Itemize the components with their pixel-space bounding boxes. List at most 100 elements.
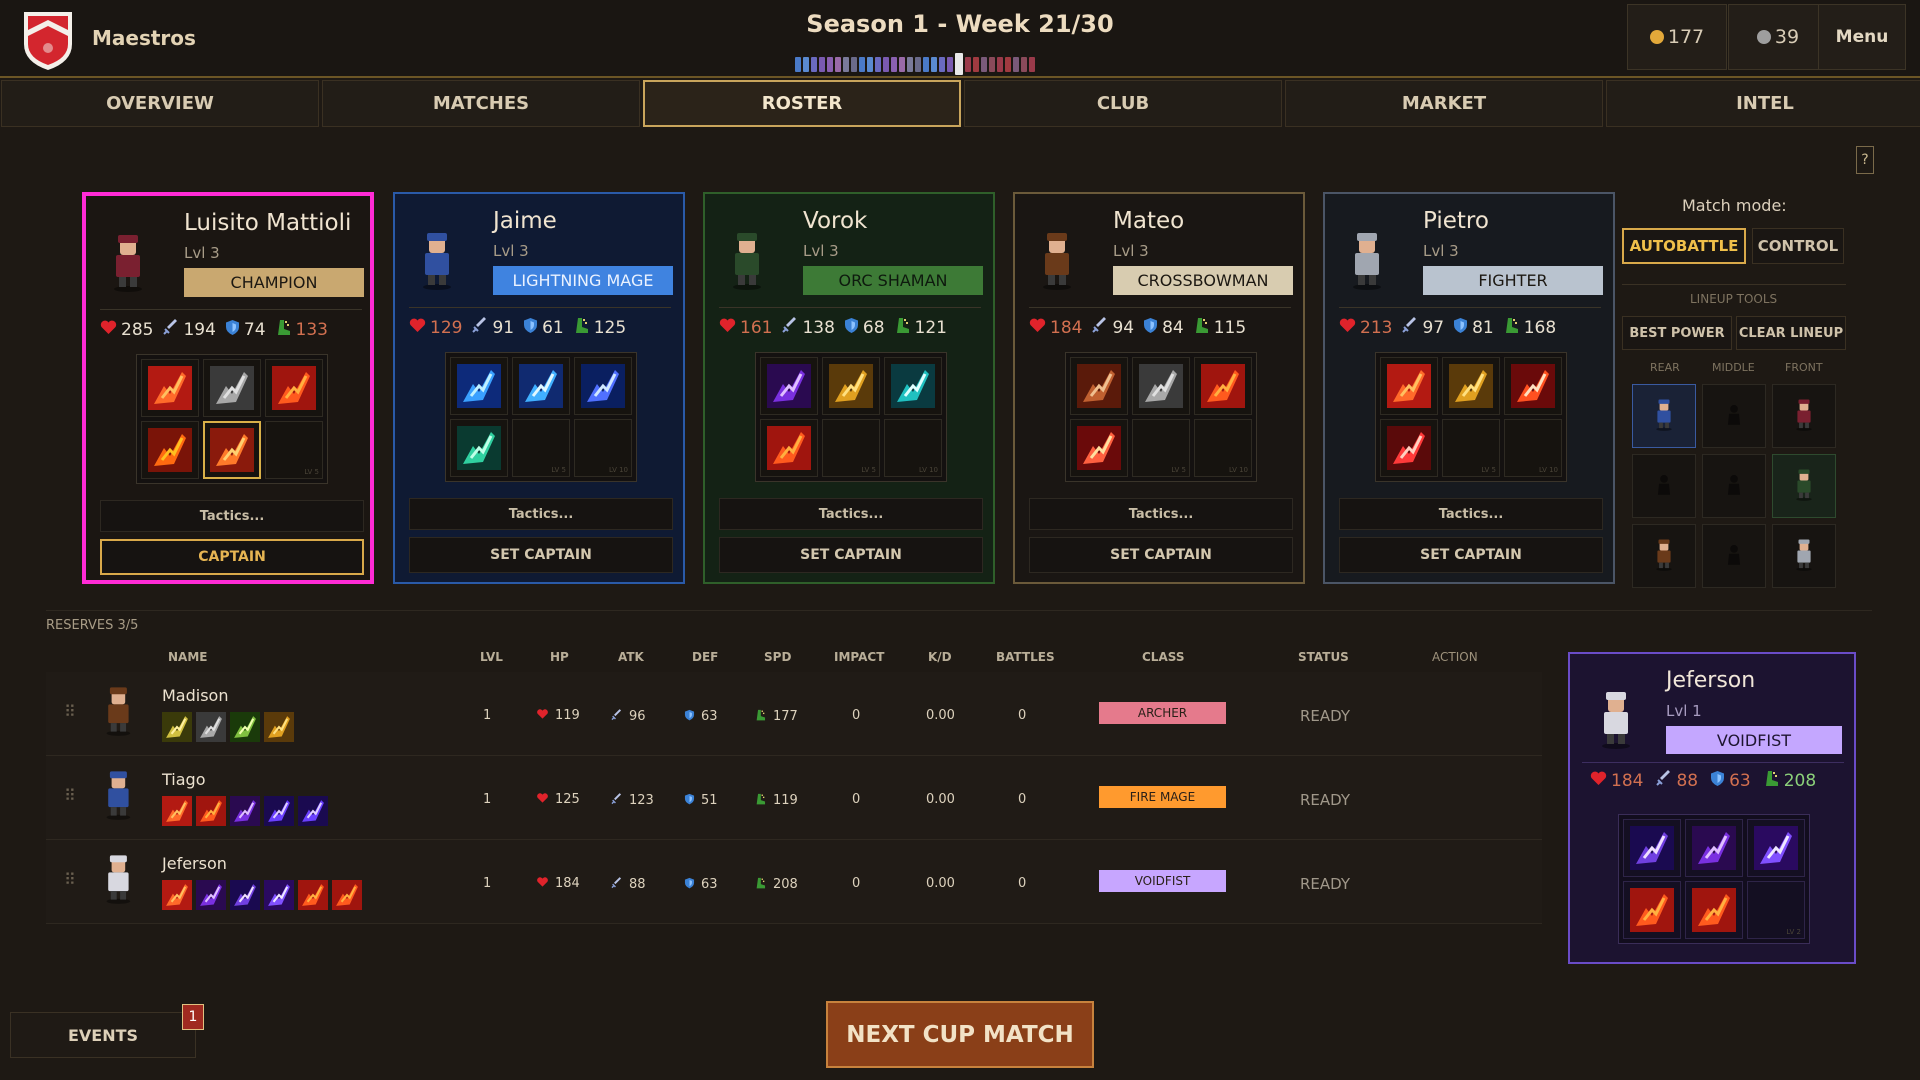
storm-wave-icon[interactable] — [512, 357, 570, 415]
palm-strike-icon[interactable] — [1623, 819, 1681, 877]
flame-sword-icon[interactable] — [141, 359, 199, 417]
tactics-button[interactable]: Tactics... — [409, 498, 673, 530]
locked-slot-icon[interactable]: LV 2 — [1747, 881, 1805, 939]
arcane-figure-icon[interactable] — [264, 796, 294, 826]
locked-slot-icon[interactable]: LV 10 — [1194, 419, 1252, 477]
fire-grab-icon[interactable] — [298, 880, 328, 910]
locked-slot-icon[interactable]: LV 10 — [884, 419, 942, 477]
fire-fist-icon[interactable] — [1685, 881, 1743, 939]
column-header-spd[interactable]: SPD — [764, 650, 791, 664]
hero-card-jaime[interactable]: Jaime Lvl 3 LIGHTNING MAGE 129 91 61 125 L… — [393, 192, 685, 584]
reserve-row[interactable]: ⠿ Jeferson 1 184 88 63 208 0 0.00 0 VOIDFIST READY — [46, 840, 1542, 924]
formation-slot[interactable] — [1772, 524, 1836, 588]
locked-slot-icon[interactable]: LV 5 — [822, 419, 880, 477]
column-header-name[interactable]: NAME — [168, 650, 207, 664]
tab-matches[interactable]: MATCHES — [322, 80, 640, 127]
hero-card-vorok[interactable]: Vorok Lvl 3 ORC SHAMAN 161 138 68 121 LV 5… — [703, 192, 995, 584]
locked-slot-icon[interactable]: LV 10 — [574, 419, 632, 477]
drag-handle-icon[interactable]: ⠿ — [64, 870, 76, 889]
clear-lineup-button[interactable]: CLEAR LINEUP — [1736, 316, 1846, 350]
locked-slot-icon[interactable]: LV 5 — [512, 419, 570, 477]
tab-roster[interactable]: ROSTER — [643, 80, 961, 127]
fireball-icon[interactable] — [1194, 357, 1252, 415]
formation-slot[interactable] — [1702, 524, 1766, 588]
formation-slot[interactable] — [1632, 384, 1696, 448]
menu-button[interactable]: Menu — [1818, 4, 1906, 70]
void-claw-icon[interactable] — [1685, 819, 1743, 877]
column-header-hp[interactable]: HP — [550, 650, 569, 664]
arcane-skull-icon[interactable] — [298, 796, 328, 826]
next-cup-match-button[interactable]: NEXT CUP MATCH — [826, 1001, 1094, 1068]
tab-club[interactable]: CLUB — [964, 80, 1282, 127]
formation-slot[interactable] — [1702, 454, 1766, 518]
fire-burst-icon[interactable] — [332, 880, 362, 910]
void-claw-icon[interactable] — [196, 880, 226, 910]
fire-burst-icon[interactable] — [265, 359, 323, 417]
formation-slot[interactable] — [1702, 384, 1766, 448]
formation-slot[interactable] — [1772, 384, 1836, 448]
column-header-status[interactable]: STATUS — [1298, 650, 1349, 664]
hero-card-pietro[interactable]: Pietro Lvl 3 FIGHTER 213 97 81 168 LV 5 LV … — [1323, 192, 1615, 584]
vine-arrow-icon[interactable] — [230, 712, 260, 742]
tactics-button[interactable]: Tactics... — [1339, 498, 1603, 530]
lightning-bolt-icon[interactable] — [450, 357, 508, 415]
fire-dash-icon[interactable] — [760, 419, 818, 477]
stone-fist-icon[interactable] — [196, 712, 226, 742]
column-header-battles[interactable]: BATTLES — [996, 650, 1055, 664]
formation-slot[interactable] — [1632, 524, 1696, 588]
drag-handle-icon[interactable]: ⠿ — [64, 702, 76, 721]
stone-fist-icon[interactable] — [203, 359, 261, 417]
club-crest-icon[interactable] — [20, 8, 76, 72]
events-button[interactable]: EVENTS — [10, 1012, 196, 1058]
crescent-flame-icon[interactable] — [141, 421, 199, 479]
reserve-row[interactable]: ⠿ Madison 1 119 96 63 177 0 0.00 0 ARCHER READY — [46, 672, 1542, 756]
column-header-action[interactable]: ACTION — [1432, 650, 1478, 664]
help-button[interactable]: ? — [1856, 146, 1874, 174]
locked-slot-icon[interactable]: LV 5 — [1132, 419, 1190, 477]
set-captain-button[interactable]: SET CAPTAIN — [409, 537, 673, 573]
control-button[interactable]: CONTROL — [1752, 228, 1844, 264]
palm-strike-icon[interactable] — [230, 880, 260, 910]
crossbow-shot-icon[interactable] — [1070, 357, 1128, 415]
golden-fist-icon[interactable] — [822, 357, 880, 415]
tab-market[interactable]: MARKET — [1285, 80, 1603, 127]
locked-slot-icon[interactable]: LV 10 — [1504, 419, 1562, 477]
set-captain-button[interactable]: SET CAPTAIN — [1339, 537, 1603, 573]
set-captain-button[interactable]: SET CAPTAIN — [1029, 537, 1293, 573]
tab-intel[interactable]: INTEL — [1606, 80, 1920, 127]
stone-fist-icon[interactable] — [1132, 357, 1190, 415]
golden-arrow-icon[interactable] — [264, 712, 294, 742]
flying-kick-icon[interactable] — [1504, 357, 1562, 415]
chain-lightning-icon[interactable] — [574, 357, 632, 415]
fire-grab-icon[interactable] — [1623, 881, 1681, 939]
void-claw-icon[interactable] — [230, 796, 260, 826]
arrow-volley-icon[interactable] — [162, 712, 192, 742]
tab-overview[interactable]: OVERVIEW — [1, 80, 319, 127]
captain-button[interactable]: CAPTAIN — [100, 539, 364, 575]
totem-icon[interactable] — [884, 357, 942, 415]
column-header-atk[interactable]: ATK — [618, 650, 644, 664]
hero-card-mateo[interactable]: Mateo Lvl 3 CROSSBOWMAN 184 94 84 115 LV 5… — [1013, 192, 1305, 584]
set-captain-button[interactable]: SET CAPTAIN — [719, 537, 983, 573]
fire-storm-icon[interactable] — [196, 796, 226, 826]
hero-card-luisito[interactable]: Luisito Mattioli Lvl 3 CHAMPION 285 194 74… — [82, 192, 374, 584]
flame-sword-icon[interactable] — [1380, 357, 1438, 415]
drag-handle-icon[interactable]: ⠿ — [64, 786, 76, 805]
column-header-kd[interactable]: K/D — [928, 650, 952, 664]
locked-slot-icon[interactable]: LV 5 — [265, 421, 323, 479]
flame-hand-icon[interactable] — [162, 880, 192, 910]
blaze-slash-icon[interactable] — [203, 421, 261, 479]
static-field-icon[interactable] — [450, 419, 508, 477]
explosive-bolt-icon[interactable] — [1070, 419, 1128, 477]
formation-slot[interactable] — [1632, 454, 1696, 518]
autobattle-button[interactable]: AUTOBATTLE — [1622, 228, 1746, 264]
column-header-class[interactable]: CLASS — [1142, 650, 1185, 664]
column-header-def[interactable]: DEF — [692, 650, 718, 664]
tactics-button[interactable]: Tactics... — [1029, 498, 1293, 530]
best-power-button[interactable]: BEST POWER — [1622, 316, 1732, 350]
golden-fist-icon[interactable] — [1442, 357, 1500, 415]
whirl-strike-icon[interactable] — [1380, 419, 1438, 477]
locked-slot-icon[interactable]: LV 5 — [1442, 419, 1500, 477]
cross-slash-icon[interactable] — [1747, 819, 1805, 877]
tactics-button[interactable]: Tactics... — [719, 498, 983, 530]
